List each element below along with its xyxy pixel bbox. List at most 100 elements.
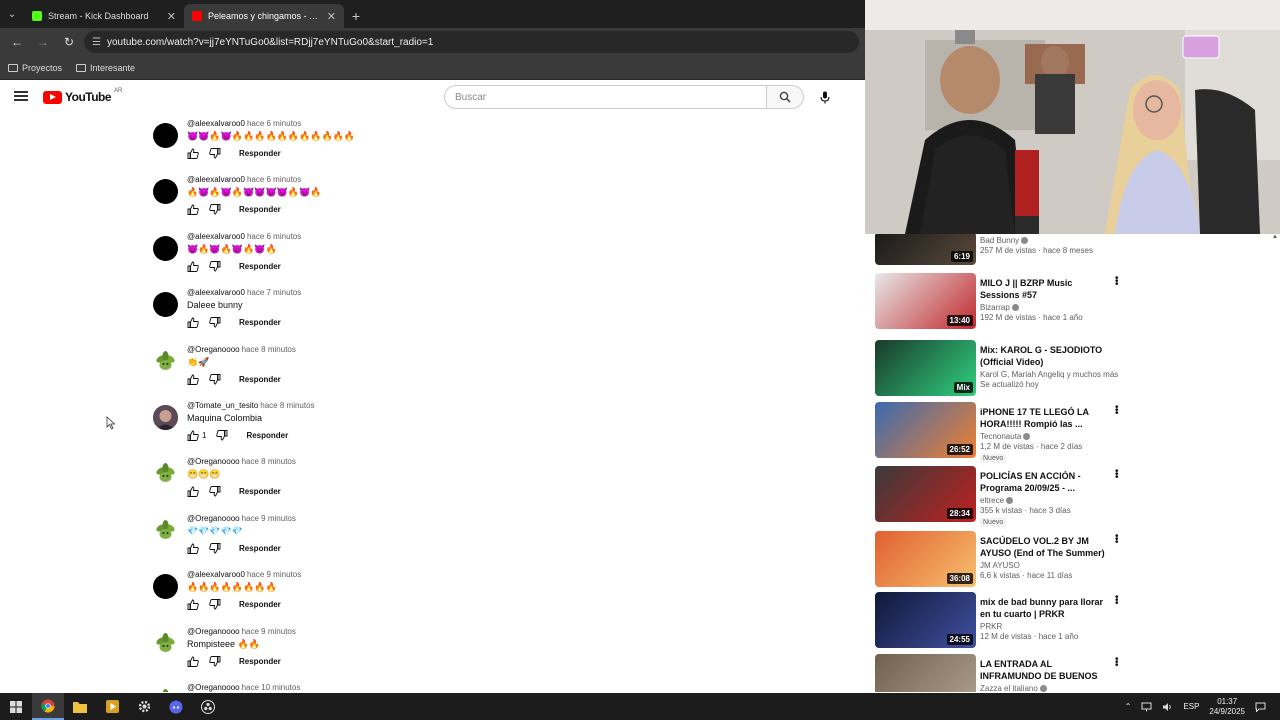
comment-author[interactable]: @Oreganoooo [187,683,240,692]
address-bar[interactable]: ☰ youtube.com/watch?v=jj7eYNTuGo0&list=R… [84,31,859,53]
comment-author[interactable]: @aleexalvaroo0 [187,570,245,579]
comment-author[interactable]: @Tomate_un_tesito [187,401,258,410]
tab-kick-dashboard[interactable]: Stream - Kick Dashboard ✕ [24,4,184,28]
comment-author[interactable]: @aleexalvaroo0 [187,119,245,128]
comment-author[interactable]: @Oreganoooo [187,514,240,523]
comment-author[interactable]: @aleexalvaroo0 [187,175,245,184]
recommended-video[interactable]: 36:08 SACÚDELO VOL.2 BY JM AYUSO (End of … [875,531,1275,589]
avatar[interactable] [153,348,178,374]
avatar[interactable] [153,179,178,205]
taskbar-chrome[interactable] [32,693,64,720]
like-button[interactable] [187,148,199,159]
video-thumbnail[interactable]: 13:40 [875,273,976,329]
recommended-video[interactable]: 26:52 iPHONE 17 TE LLEGÓ LA HORA!!!!! Rom… [875,402,1275,463]
channel-name[interactable]: PRKR [980,622,1105,631]
dislike-button[interactable] [209,204,221,215]
more-options-icon[interactable]: • • • [1115,532,1119,548]
channel-name[interactable]: Karol G, Mariah Angeliq y muchos más [980,370,1118,379]
chevron-up-icon[interactable]: ⌃ [1125,702,1132,711]
channel-name[interactable]: JM AYUSO [980,561,1105,570]
channel-name[interactable]: Bizarrap [980,303,1105,312]
reply-button[interactable]: Responder [246,431,288,440]
reply-button[interactable]: Responder [239,600,281,609]
avatar[interactable] [153,574,178,600]
reply-button[interactable]: Responder [239,544,281,553]
more-options-icon[interactable]: • • • [1115,593,1119,609]
avatar[interactable] [153,405,178,430]
like-button[interactable] [187,317,199,329]
notifications-icon[interactable] [1255,702,1266,712]
tab-search-icon[interactable]: ⌄ [0,0,24,28]
comment-author[interactable]: @Oreganoooo [187,345,240,354]
more-options-icon[interactable]: • • • [1115,274,1119,290]
dislike-button[interactable] [216,430,228,441]
comment-time[interactable]: hace 7 minutos [247,288,301,297]
video-title[interactable]: iPHONE 17 TE LLEGÓ LA HORA!!!!! Rompió l… [980,406,1105,430]
dislike-button[interactable] [209,599,221,610]
close-tab-icon[interactable]: ✕ [167,10,176,23]
reply-button[interactable]: Responder [239,262,281,271]
taskbar-discord[interactable] [160,693,192,720]
recommended-video[interactable]: 24:55 mix de bad bunny para llorar en tu … [875,592,1275,650]
recommended-video[interactable]: 28:34 POLICÍAS EN ACCIÓN - Programa 20/09… [875,466,1275,527]
avatar[interactable] [153,687,178,692]
reply-button[interactable]: Responder [239,205,281,214]
video-thumbnail[interactable]: Mix [875,340,976,396]
recommended-video[interactable]: LA ENTRADA AL INFRAMUNDO DE BUENOS AIRES… [875,654,1275,692]
reply-button[interactable]: Responder [239,657,281,666]
channel-name[interactable]: eltrece [980,496,1105,505]
video-title[interactable]: SACÚDELO VOL.2 BY JM AYUSO (End of The S… [980,535,1105,559]
reply-button[interactable]: Responder [239,149,281,158]
video-title[interactable]: MILO J || BZRP Music Sessions #57 [980,277,1105,301]
video-thumbnail[interactable] [875,654,976,692]
like-button[interactable] [187,543,199,554]
comment-time[interactable]: hace 6 minutos [247,232,301,241]
video-thumbnail[interactable]: 36:08 [875,531,976,587]
video-title[interactable]: mix de bad bunny para llorar en tu cuart… [980,596,1105,620]
back-arrow-icon[interactable]: ← [6,31,28,53]
site-info-icon[interactable]: ☰ [92,37,101,48]
like-button[interactable] [187,656,199,667]
avatar[interactable] [153,235,178,261]
video-thumbnail[interactable]: 6:19 [875,234,976,265]
channel-name[interactable]: Zazza el italiano [980,684,1105,692]
comment-author[interactable]: @Oreganoooo [187,457,240,466]
recommended-video[interactable]: 13:40 MILO J || BZRP Music Sessions #57 Bi… [875,273,1275,331]
recommended-video[interactable]: Mix Mix: KAROL G - SEJODIOTO (Official Vi… [875,340,1275,398]
new-tab-plus-icon[interactable]: + [344,4,368,28]
comment-author[interactable]: @aleexalvaroo0 [187,288,245,297]
avatar[interactable] [153,461,178,487]
like-button[interactable]: 1 [187,430,206,441]
reply-button[interactable]: Responder [239,318,281,327]
network-icon[interactable] [1141,702,1152,712]
channel-name[interactable]: Bad Bunny [980,236,1105,245]
reply-button[interactable]: Responder [239,487,281,496]
like-button[interactable] [187,204,199,216]
dislike-button[interactable] [209,260,221,272]
clock[interactable]: 01:37 24/9/2025 [1209,697,1245,717]
dislike-button[interactable] [209,486,221,497]
video-thumbnail[interactable]: 28:34 [875,466,976,522]
bookmark-folder-interesante[interactable]: Interesante [76,63,135,73]
channel-name[interactable]: Tecnonauta [980,432,1105,441]
avatar[interactable] [153,517,178,543]
taskbar-file-explorer[interactable] [64,693,96,720]
comment-time[interactable]: hace 9 minutos [247,570,301,579]
bookmark-folder-proyectos[interactable]: Proyectos [8,63,62,73]
comment-time[interactable]: hace 8 minutos [242,345,296,354]
language-indicator[interactable]: ESP [1183,702,1199,711]
comment-time[interactable]: hace 8 minutos [242,457,296,466]
voice-search-button[interactable] [814,86,836,108]
reply-button[interactable]: Responder [239,375,281,384]
comment-time[interactable]: hace 8 minutos [260,401,314,410]
avatar[interactable] [153,123,178,148]
more-options-icon[interactable]: • • • [1115,403,1119,419]
comment-author[interactable]: @Oreganoooo [187,627,240,636]
like-button[interactable] [187,599,199,611]
video-title[interactable]: Mix: KAROL G - SEJODIOTO (Official Video… [980,344,1105,368]
reload-icon[interactable]: ↻ [58,31,80,53]
dislike-button[interactable] [209,542,221,554]
avatar[interactable] [153,292,178,318]
taskbar-media-app[interactable] [96,693,128,720]
youtube-logo[interactable]: YouTube AR [43,88,122,104]
